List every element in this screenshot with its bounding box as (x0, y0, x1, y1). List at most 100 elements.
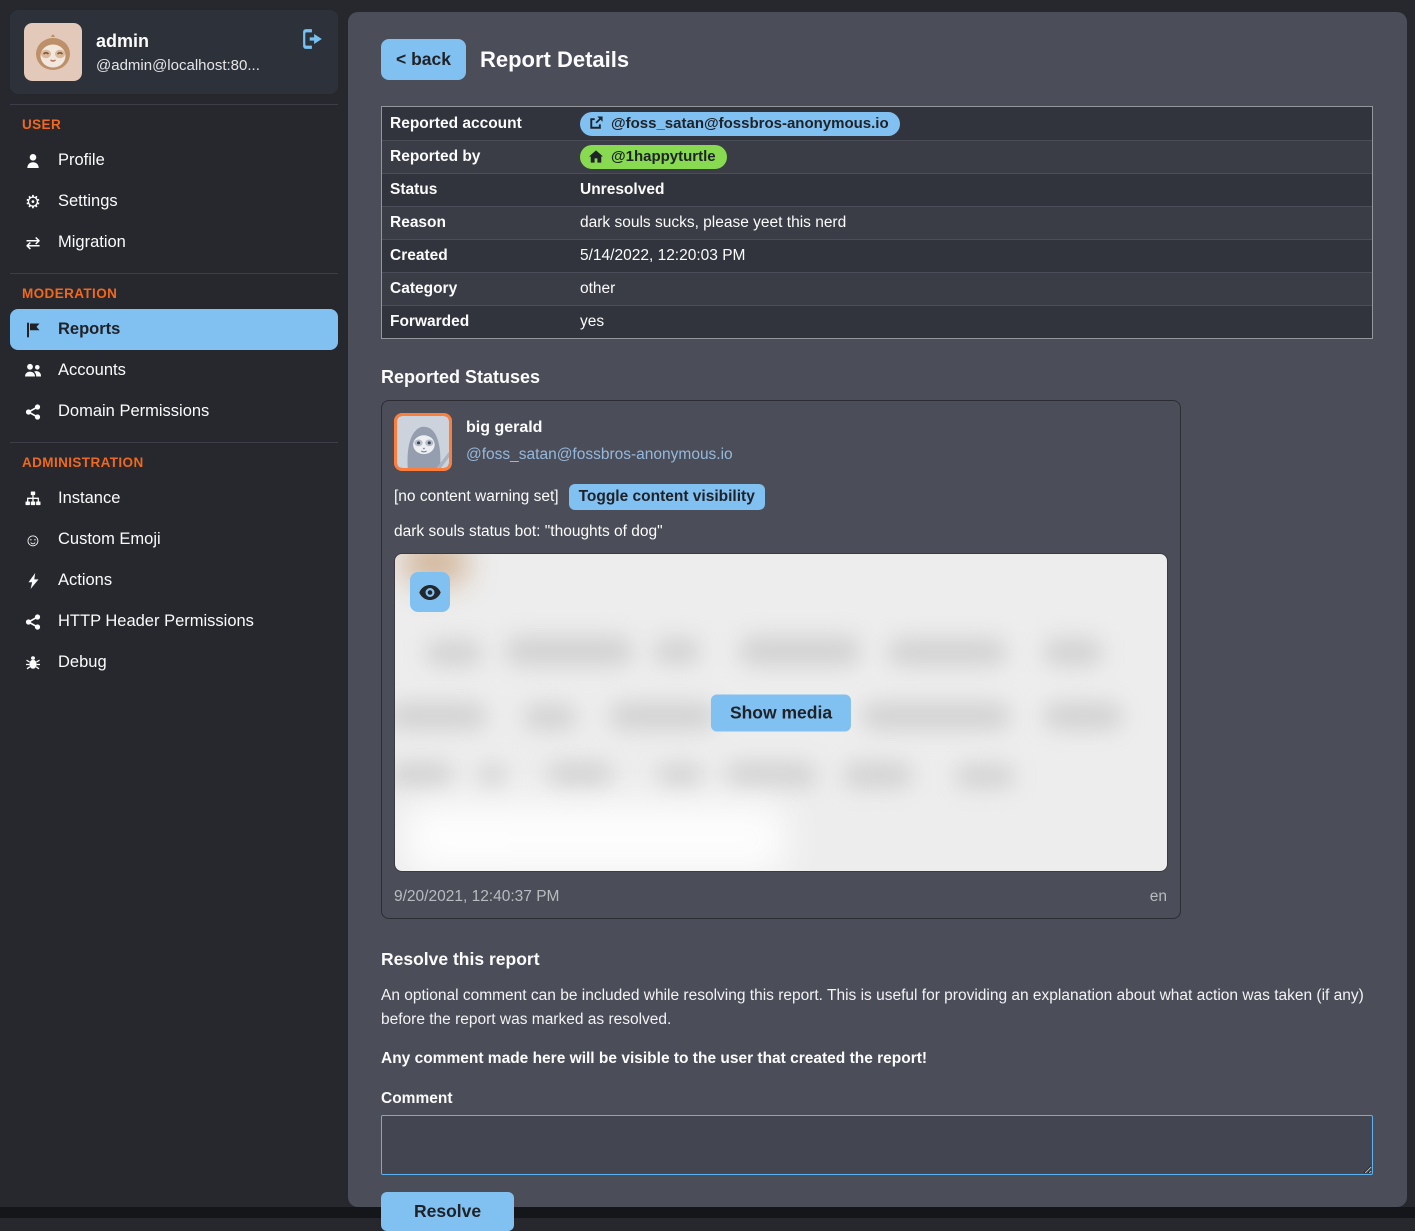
row-label: Reason (382, 214, 580, 232)
reported-account-handle: @foss_satan@fossbros-anonymous.io (611, 115, 889, 132)
sidebar-item-label: Settings (58, 192, 118, 211)
divider (10, 104, 338, 105)
table-row: Category other (382, 272, 1372, 305)
sidebar-item-label: Instance (58, 489, 120, 508)
status-avatar (394, 413, 452, 471)
sidebar-item-domain-permissions[interactable]: Domain Permissions (10, 391, 338, 432)
user-card[interactable]: admin @admin@localhost:80... (10, 10, 338, 94)
app-layout: admin @admin@localhost:80... USER Profil… (0, 0, 1415, 1207)
row-label: Forwarded (382, 313, 580, 331)
external-link-icon (589, 116, 603, 130)
sidebar-item-debug[interactable]: Debug (10, 642, 338, 683)
share-nodes-icon (23, 614, 43, 630)
sitemap-icon (23, 491, 43, 506)
sidebar: admin @admin@localhost:80... USER Profil… (0, 0, 348, 1207)
sidebar-item-label: Custom Emoji (58, 530, 161, 549)
table-row: Status Unresolved (382, 173, 1372, 206)
sidebar-item-profile[interactable]: Profile (10, 140, 338, 181)
content-warning-row: [no content warning set] Toggle content … (394, 484, 1167, 510)
back-button[interactable]: < back (381, 39, 466, 80)
user-name: admin (96, 31, 288, 52)
divider (10, 273, 338, 274)
comment-label: Comment (381, 1090, 1373, 1108)
reason-value: dark souls sucks, please yeet this nerd (580, 214, 1372, 232)
category-value: other (580, 280, 1372, 298)
status-timestamp: 9/20/2021, 12:40:37 PM (394, 888, 559, 906)
gears-icon: ⚙ (23, 193, 43, 211)
sidebar-item-settings[interactable]: ⚙ Settings (10, 181, 338, 222)
status-text: dark souls status bot: "thoughts of dog" (394, 523, 1167, 541)
status-username[interactable]: @foss_satan@fossbros-anonymous.io (466, 446, 733, 464)
status-footer: 9/20/2021, 12:40:37 PM en (394, 888, 1167, 906)
resolve-description: An optional comment can be included whil… (381, 984, 1373, 1032)
row-label: Category (382, 280, 580, 298)
forwarded-value: yes (580, 313, 1372, 331)
page-footer-strip (0, 1207, 1415, 1218)
sidebar-item-accounts[interactable]: Accounts (10, 350, 338, 391)
comment-input[interactable] (381, 1115, 1373, 1175)
reported-account-pill[interactable]: @foss_satan@fossbros-anonymous.io (580, 112, 900, 136)
sidebar-item-label: Migration (58, 233, 126, 252)
sidebar-item-label: HTTP Header Permissions (58, 612, 254, 631)
status-header: big gerald @foss_satan@fossbros-anonymou… (394, 413, 1167, 471)
report-details-table: Reported account @foss_satan@fossbros-an… (381, 106, 1373, 339)
user-names: admin @admin@localhost:80... (96, 31, 288, 74)
sidebar-item-label: Domain Permissions (58, 402, 209, 421)
users-icon (23, 363, 43, 378)
show-media-button[interactable]: Show media (711, 694, 851, 731)
status-display-name: big gerald (466, 419, 733, 437)
section-label-user: USER (22, 117, 326, 132)
row-label: Reported by (382, 148, 580, 166)
house-icon (589, 150, 603, 163)
resolve-button[interactable]: Resolve (381, 1192, 514, 1231)
toggle-content-visibility-button[interactable]: Toggle content visibility (569, 484, 765, 510)
table-row: Forwarded yes (382, 305, 1372, 338)
status-media-blurred[interactable]: Show media (394, 553, 1168, 872)
sign-out-icon[interactable] (302, 29, 324, 54)
reported-statuses-heading: Reported Statuses (381, 367, 1373, 388)
status-value: Unresolved (580, 181, 1372, 199)
sidebar-item-label: Profile (58, 151, 105, 170)
user-handle: @admin@localhost:80... (96, 57, 288, 74)
reported-by-pill[interactable]: @1happyturtle (580, 145, 727, 169)
main-panel: < back Report Details Reported account @… (348, 12, 1407, 1207)
table-row: Reason dark souls sucks, please yeet thi… (382, 206, 1372, 239)
divider (10, 442, 338, 443)
sidebar-item-migration[interactable]: ⇄ Migration (10, 222, 338, 263)
transfer-arrows-icon: ⇄ (23, 234, 43, 252)
share-nodes-icon (23, 404, 43, 420)
table-row: Created 5/14/2022, 12:20:03 PM (382, 239, 1372, 272)
resolve-heading: Resolve this report (381, 949, 1373, 970)
sidebar-item-label: Debug (58, 653, 107, 672)
bolt-icon (23, 573, 43, 589)
sidebar-item-http-header-permissions[interactable]: HTTP Header Permissions (10, 601, 338, 642)
reported-status-card: big gerald @foss_satan@fossbros-anonymou… (381, 400, 1181, 919)
sidebar-item-actions[interactable]: Actions (10, 560, 338, 601)
admin-avatar (24, 23, 82, 81)
table-row: Reported account @foss_satan@fossbros-an… (382, 107, 1372, 140)
person-icon (23, 153, 43, 169)
row-label: Reported account (382, 115, 580, 133)
smiley-icon: ☺ (23, 531, 43, 549)
status-language: en (1150, 888, 1167, 906)
sidebar-item-custom-emoji[interactable]: ☺ Custom Emoji (10, 519, 338, 560)
flag-icon (23, 322, 43, 338)
table-row: Reported by @1happyturtle (382, 140, 1372, 173)
row-label: Status (382, 181, 580, 199)
panel-header: < back Report Details (381, 39, 1373, 80)
reported-by-handle: @1happyturtle (611, 148, 716, 165)
section-label-administration: ADMINISTRATION (22, 455, 326, 470)
content-warning-text: [no content warning set] (394, 488, 559, 506)
sidebar-item-label: Accounts (58, 361, 126, 380)
sidebar-item-reports[interactable]: Reports (10, 309, 338, 350)
page-title: Report Details (480, 47, 629, 73)
sidebar-item-label: Reports (58, 320, 120, 339)
bug-icon (23, 655, 43, 671)
section-label-moderation: MODERATION (22, 286, 326, 301)
row-label: Created (382, 247, 580, 265)
created-value: 5/14/2022, 12:20:03 PM (580, 247, 1372, 265)
sidebar-item-instance[interactable]: Instance (10, 478, 338, 519)
resolve-warning: Any comment made here will be visible to… (381, 1050, 1373, 1068)
sidebar-item-label: Actions (58, 571, 112, 590)
eye-icon[interactable] (410, 572, 450, 612)
